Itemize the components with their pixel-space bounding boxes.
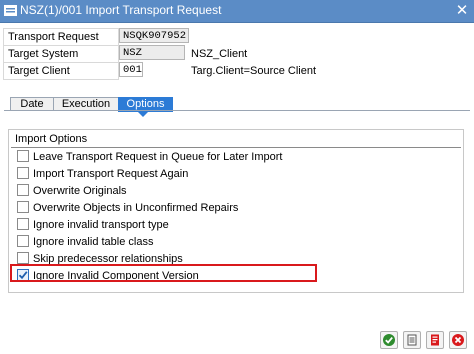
checkbox[interactable] — [17, 235, 29, 248]
checkbox[interactable] — [17, 218, 29, 231]
target-system-description: NSZ_Client — [191, 48, 248, 60]
option-ignore-invalid-transport-type[interactable]: Ignore invalid transport type — [17, 218, 169, 232]
checkbox[interactable] — [17, 252, 29, 265]
checkbox[interactable] — [17, 167, 29, 180]
group-title: Import Options — [15, 133, 88, 145]
checkbox[interactable] — [17, 184, 29, 197]
option-label: Import Transport Request Again — [33, 168, 189, 180]
window-title: NSZ(1)/001 Import Transport Request — [20, 3, 222, 17]
option-overwrite-unconfirmed-repairs[interactable]: Overwrite Objects in Unconfirmed Repairs — [17, 201, 238, 215]
option-import-again[interactable]: Import Transport Request Again — [17, 167, 188, 181]
window-system-icon[interactable] — [4, 5, 17, 16]
confirm-button[interactable] — [380, 331, 398, 349]
option-overwrite-originals[interactable]: Overwrite Originals — [17, 184, 127, 198]
option-label: Ignore invalid transport type — [33, 219, 169, 231]
multiple-selection-button[interactable] — [403, 331, 421, 349]
document-button[interactable] — [426, 331, 444, 349]
option-label: Overwrite Originals — [33, 185, 127, 197]
checkmark-icon — [383, 334, 395, 346]
document-icon — [431, 334, 439, 346]
transport-request-field: NSQK907952 — [119, 28, 189, 43]
active-tab-indicator — [137, 111, 149, 117]
close-icon[interactable]: ✕ — [454, 3, 470, 19]
option-label: Overwrite Objects in Unconfirmed Repairs — [33, 202, 239, 214]
checkbox[interactable] — [17, 201, 29, 214]
cancel-icon — [452, 334, 464, 346]
option-label: Leave Transport Request in Queue for Lat… — [33, 151, 283, 163]
group-divider — [11, 147, 461, 148]
tab-execution[interactable]: Execution — [53, 97, 119, 111]
option-leave-in-queue[interactable]: Leave Transport Request in Queue for Lat… — [17, 150, 282, 164]
title-bar: NSZ(1)/001 Import Transport Request ✕ — [0, 0, 474, 23]
target-client-label: Target Client — [8, 65, 70, 77]
option-label: Ignore invalid table class — [33, 236, 154, 248]
cancel-button[interactable] — [449, 331, 467, 349]
tabstrip-divider — [4, 110, 470, 111]
target-client-field[interactable]: 001 — [119, 62, 143, 77]
target-client-description: Targ.Client=Source Client — [191, 65, 317, 77]
option-ignore-invalid-table-class[interactable]: Ignore invalid table class — [17, 235, 153, 249]
multiple-selection-icon — [407, 334, 417, 346]
tab-date[interactable]: Date — [10, 97, 54, 111]
target-system-label: Target System — [8, 48, 79, 60]
highlight-box — [10, 264, 317, 282]
target-system-field: NSZ — [119, 45, 185, 60]
checkbox[interactable] — [17, 150, 29, 163]
transport-request-label: Transport Request — [8, 31, 99, 43]
